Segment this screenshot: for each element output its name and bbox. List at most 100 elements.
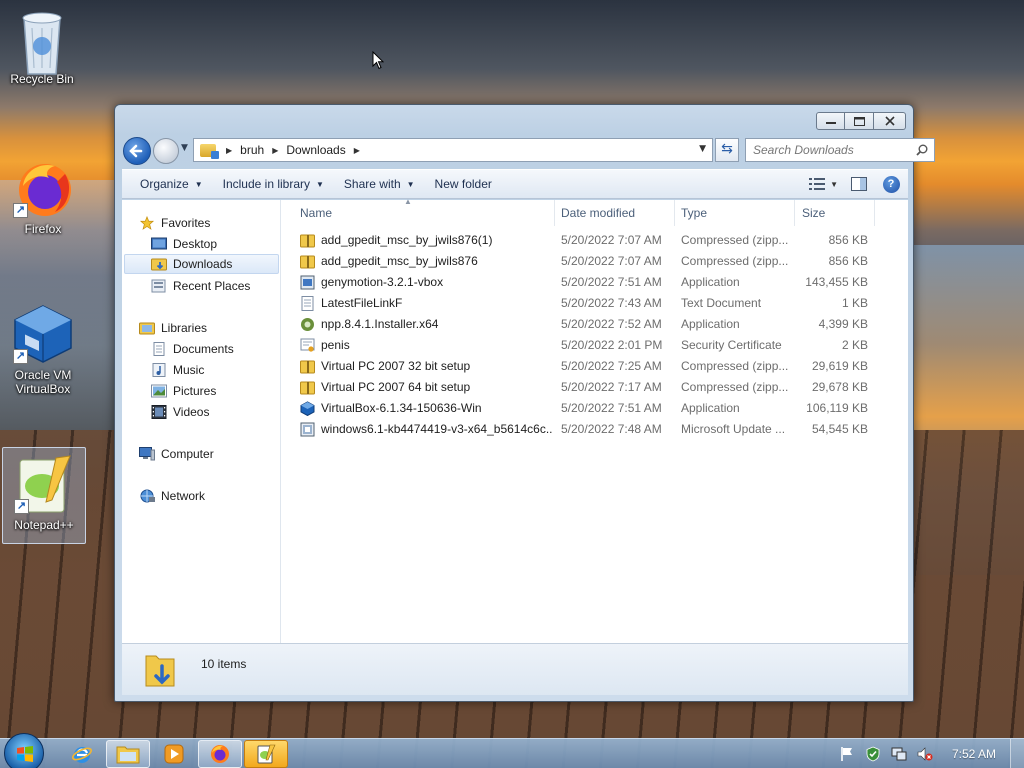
file-name-cell[interactable]: windows6.1-kb4474419-v3-x64_b5614c6c...: [300, 419, 552, 440]
nav-downloads-label: Downloads: [173, 257, 233, 271]
taskbar-firefox[interactable]: [198, 740, 242, 768]
network-tray-icon[interactable]: [891, 746, 907, 762]
content-area: Favorites Desktop Downloads Recent Place…: [122, 197, 908, 643]
explorer-icon: [116, 746, 140, 764]
table-row[interactable]: VirtualBox-6.1.34-150636-Win 5/20/2022 7:…: [282, 398, 908, 419]
action-center-flag-icon[interactable]: [839, 746, 855, 762]
column-header-name[interactable]: Name ▲: [282, 197, 555, 226]
back-arrow-icon: [129, 144, 143, 158]
breadcrumb-bruh[interactable]: bruh: [240, 143, 264, 157]
nav-documents[interactable]: Documents: [151, 339, 276, 359]
start-button[interactable]: [4, 733, 44, 768]
show-desktop-button[interactable]: [1010, 739, 1024, 768]
preview-pane-button[interactable]: [848, 174, 870, 194]
nav-favorites[interactable]: Favorites: [139, 213, 294, 233]
taskbar-notepadpp[interactable]: [244, 740, 288, 768]
file-name-cell[interactable]: genymotion-3.2.1-vbox: [300, 272, 552, 293]
address-dropdown-icon[interactable]: ▼: [699, 144, 706, 154]
desktop-icon-notepadpp[interactable]: ↗ Notepad++: [2, 447, 86, 544]
mouse-cursor-icon: [372, 51, 384, 70]
table-row[interactable]: add_gpedit_msc_by_jwils876(1) 5/20/2022 7…: [282, 230, 908, 251]
nav-network[interactable]: Network: [139, 486, 294, 506]
file-date: 5/20/2022 7:51 AM: [561, 275, 662, 289]
firefox-icon: [211, 745, 229, 763]
table-row[interactable]: Virtual PC 2007 64 bit setup 5/20/2022 7:…: [282, 377, 908, 398]
nav-documents-label: Documents: [173, 342, 234, 356]
table-row[interactable]: LatestFileLinkF 5/20/2022 7:43 AM Text Doc…: [282, 293, 908, 314]
desktop-icon-firefox[interactable]: ↗ Firefox: [1, 156, 85, 236]
security-shield-icon[interactable]: [865, 746, 881, 762]
item-count: 10 items: [201, 657, 247, 671]
column-header-date[interactable]: Date modified: [555, 200, 675, 226]
address-bar[interactable]: ▶ bruh ▶ Downloads ▶ ▼: [193, 138, 713, 162]
column-header-type[interactable]: Type: [675, 200, 795, 226]
nav-libraries[interactable]: Libraries: [139, 318, 294, 338]
file-date: 5/20/2022 7:07 AM: [561, 254, 662, 268]
desktop-icon-recycle-bin[interactable]: Recycle Bin: [0, 6, 84, 86]
column-header-size[interactable]: Size: [795, 200, 875, 226]
search-input[interactable]: Search Downloads: [745, 138, 935, 162]
nav-recent-places[interactable]: Recent Places: [151, 276, 276, 296]
nav-computer[interactable]: Computer: [139, 444, 294, 464]
minimize-button[interactable]: [816, 112, 845, 130]
explorer-window[interactable]: ▼ ▶ bruh ▶ Downloads ▶ ▼ ⇆ Search Downlo…: [114, 104, 935, 702]
firefox-icon: ↗: [11, 156, 75, 220]
file-name-cell[interactable]: add_gpedit_msc_by_jwils876(1): [300, 230, 552, 251]
nav-desktop[interactable]: Desktop: [151, 234, 276, 254]
include-in-library-button[interactable]: Include in library ▼: [213, 177, 334, 191]
nav-videos[interactable]: Videos: [151, 402, 276, 422]
file-name-cell[interactable]: Virtual PC 2007 64 bit setup: [300, 377, 552, 398]
desktop-icon-virtualbox[interactable]: ↗ Oracle VM VirtualBox: [1, 302, 85, 396]
file-name-cell[interactable]: VirtualBox-6.1.34-150636-Win: [300, 398, 552, 419]
virtualbox-installer-icon: [300, 401, 315, 416]
file-name: Virtual PC 2007 64 bit setup: [321, 380, 471, 394]
breadcrumb-downloads[interactable]: Downloads: [286, 143, 345, 157]
chevron-right-icon[interactable]: ▶: [226, 146, 232, 155]
notepadpp-installer-icon: [301, 318, 314, 331]
file-name-cell[interactable]: Virtual PC 2007 32 bit setup: [300, 356, 552, 377]
chevron-right-icon[interactable]: ▶: [354, 146, 360, 155]
file-name: Virtual PC 2007 32 bit setup: [321, 359, 471, 373]
taskbar-internet-explorer[interactable]: [60, 740, 104, 768]
nav-pictures[interactable]: Pictures: [151, 381, 276, 401]
nav-downloads[interactable]: Downloads: [124, 254, 279, 274]
organize-button[interactable]: Organize ▼: [130, 177, 213, 191]
help-button[interactable]: ?: [880, 174, 902, 194]
column-size-label: Size: [802, 206, 826, 220]
nav-music[interactable]: Music: [151, 360, 276, 380]
file-type: Microsoft Update ...: [681, 422, 786, 436]
file-name-cell[interactable]: penis: [300, 335, 552, 356]
chevron-right-icon[interactable]: ▶: [272, 146, 278, 155]
volume-muted-icon[interactable]: [917, 746, 933, 762]
table-row[interactable]: windows6.1-kb4474419-v3-x64_b5614c6c... 5…: [282, 419, 908, 440]
table-row[interactable]: penis 5/20/2022 2:01 PM Security Certifica…: [282, 335, 908, 356]
forward-button[interactable]: [153, 138, 179, 164]
share-with-button[interactable]: Share with ▼: [334, 177, 425, 191]
back-button[interactable]: [123, 137, 151, 165]
taskbar-windows-explorer[interactable]: [106, 740, 150, 768]
zip-folder-icon: [300, 255, 315, 269]
table-row[interactable]: npp.8.4.1.Installer.x64 5/20/2022 7:52 AM…: [282, 314, 908, 335]
change-view-button[interactable]: [806, 174, 828, 194]
view-options-dropdown-icon[interactable]: ▼: [830, 180, 838, 189]
clock[interactable]: 7:52 AM: [952, 747, 996, 761]
file-name-cell[interactable]: add_gpedit_msc_by_jwils876: [300, 251, 552, 272]
libraries-icon: [139, 322, 155, 335]
new-folder-button[interactable]: New folder: [425, 177, 502, 191]
table-row[interactable]: genymotion-3.2.1-vbox 5/20/2022 7:51 AM Ap…: [282, 272, 908, 293]
file-size: 856 KB: [828, 233, 868, 247]
close-button[interactable]: [874, 112, 906, 130]
nav-computer-label: Computer: [161, 447, 214, 461]
file-name-cell[interactable]: LatestFileLinkF: [300, 293, 552, 314]
table-row[interactable]: add_gpedit_msc_by_jwils876 5/20/2022 7:07…: [282, 251, 908, 272]
recent-pages-dropdown-icon[interactable]: ▼: [181, 143, 188, 153]
file-size: 2 KB: [841, 338, 868, 352]
file-size: 106,119 KB: [806, 401, 868, 415]
table-row[interactable]: Virtual PC 2007 32 bit setup 5/20/2022 7:…: [282, 356, 908, 377]
maximize-button[interactable]: [845, 112, 874, 130]
taskbar-media-player[interactable]: [152, 740, 196, 768]
refresh-button[interactable]: ⇆: [715, 138, 739, 162]
desktop-icon: [151, 237, 167, 250]
file-name-cell[interactable]: npp.8.4.1.Installer.x64: [300, 314, 552, 335]
search-icon[interactable]: [916, 144, 928, 156]
